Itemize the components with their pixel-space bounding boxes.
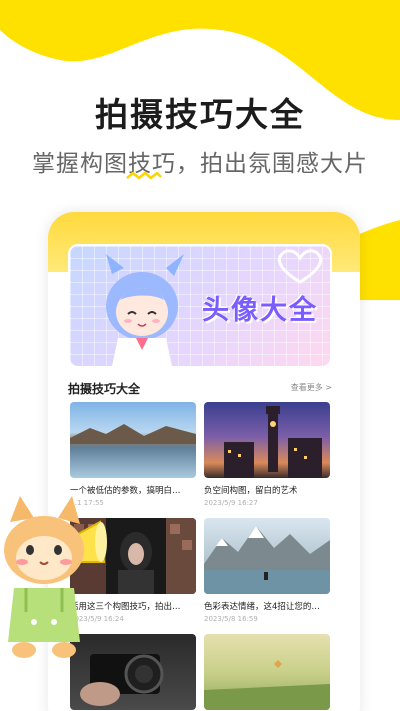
article-card[interactable]: 色彩表达情绪，这4招让您的… 2023/5/8 16:59 (204, 518, 330, 623)
article-card[interactable]: 负空间构图，留白的艺术 2023/5/9 16:27 (204, 402, 330, 507)
cat-mascot-illustration (4, 496, 107, 658)
hero-title: 拍摄技巧大全 (95, 95, 305, 134)
article-title: 色彩表达情绪，这4招让您的… (204, 602, 320, 612)
article-date: 2023/5/9 16:27 (204, 499, 258, 507)
article-title: 负空间构图，留白的艺术 (204, 486, 298, 496)
banner-title: 头像大全 (202, 295, 318, 326)
section-header: 拍摄技巧大全 查看更多 > (68, 380, 332, 400)
article-date: 2023/5/8 16:59 (204, 615, 258, 623)
anime-character-illustration (106, 254, 184, 366)
article-thumbnail (70, 402, 196, 478)
section-title: 拍摄技巧大全 (68, 382, 141, 396)
heart-icon (277, 249, 323, 284)
see-more-link[interactable]: 查看更多 > (291, 382, 332, 393)
article-thumbnail (204, 402, 330, 478)
hero-subtitle: 掌握构图技巧，拍出氛围感大片 (32, 151, 368, 177)
article-card[interactable] (204, 634, 330, 711)
squiggle-decoration (126, 171, 162, 180)
article-thumbnail (204, 634, 330, 710)
article-thumbnail (204, 518, 330, 594)
banner-avatar-collection[interactable]: 头像大全 (68, 244, 332, 368)
decorative-dot (344, 53, 362, 71)
